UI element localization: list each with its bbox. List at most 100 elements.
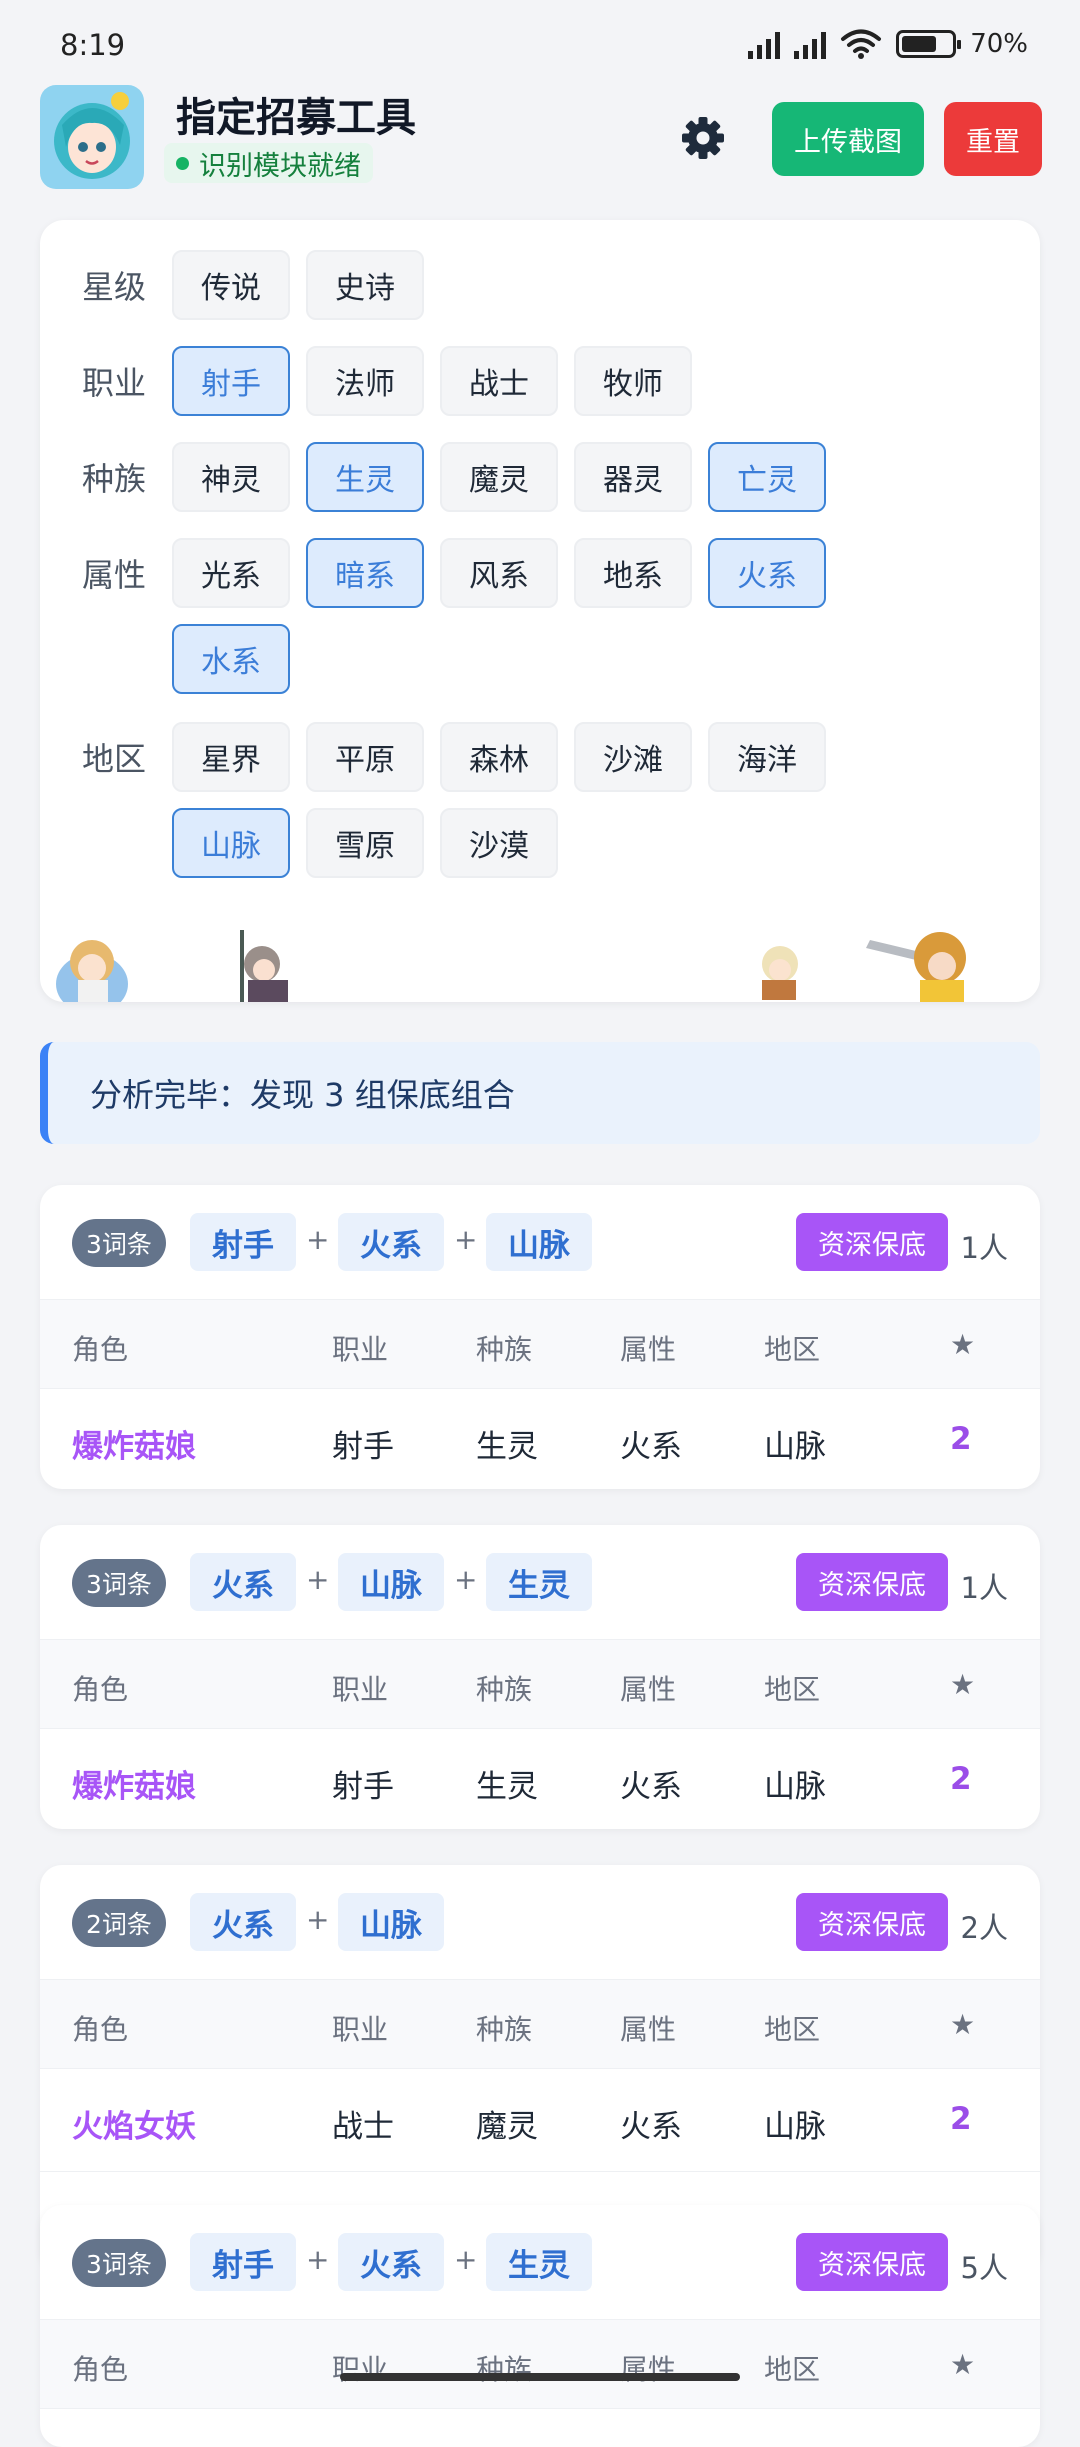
tier-badge: 资深保底 [796,2233,948,2291]
table-cell: 2 [950,1421,972,1457]
table-row[interactable]: 爆炸菇娘 射手 生灵 火系 山脉 2 [40,1389,1040,1489]
table-cell: 山脉 [764,1429,826,1465]
character-name: 爆炸菇娘 [72,1429,196,1465]
filter-chip[interactable]: 火系 [708,538,826,608]
table-cell: 射手 [332,1769,394,1805]
column-header: 种族 [476,1673,533,1706]
filter-chip[interactable]: 海洋 [708,722,826,792]
column-header: 种族 [476,2353,533,2386]
filter-chip[interactable]: 魔灵 [440,442,558,512]
combo-tag: 山脉 [486,1213,592,1271]
column-header: 职业 [332,2353,389,2386]
plus-sign: + [306,2243,330,2276]
column-header: ★ [950,1668,976,1701]
table-cell: 2 [950,2101,972,2137]
filter-chip[interactable]: 史诗 [306,250,424,320]
plus-sign: + [454,1223,478,1256]
filter-chip[interactable]: 水系 [172,624,290,694]
tier-badge: 资深保底 [796,1553,948,1611]
column-header: 地区 [764,1333,821,1366]
plus-sign: + [306,1563,330,1596]
table-header: 角色 职业 种族 属性 地区 ★ [40,2319,1040,2409]
result-card: 3词条 射手 + 火系 + 山脉 资深保底 1人 角色 职业 种族 属性 地区 ★ 爆炸菇娘 射手 生灵 火系 山脉… [40,1185,1040,1489]
filter-label: 职业 [82,364,147,402]
table-header: 角色 职业 种族 属性 地区 ★ [40,1639,1040,1729]
battery-fill [902,36,937,52]
combo-tag: 火系 [190,1893,296,1951]
tag-count-badge: 3词条 [72,1559,166,1607]
tag-count-badge: 2词条 [72,1899,166,1947]
filter-chip[interactable]: 沙漠 [440,808,558,878]
filter-chip[interactable]: 地系 [574,538,692,608]
combo-tag: 火系 [338,1213,444,1271]
tag-count-badge: 3词条 [72,1219,166,1267]
filter-chip[interactable]: 传说 [172,250,290,320]
filter-chip[interactable]: 森林 [440,722,558,792]
plus-sign: + [306,1903,330,1936]
people-count: 2人 [960,1911,1008,1945]
filter-chip[interactable]: 山脉 [172,808,290,878]
people-count: 1人 [960,1571,1008,1605]
combo-tag: 射手 [190,2233,296,2291]
column-header: 职业 [332,1673,389,1706]
table-cell: 火系 [620,2109,682,2145]
analysis-banner: 分析完毕：发现 3 组保底组合 [40,1042,1040,1144]
filter-chip[interactable]: 光系 [172,538,290,608]
table-cell: 2 [950,1761,972,1797]
table-cell: 魔灵 [476,2109,538,2145]
wifi-icon [841,29,882,59]
result-card-header: 2词条 火系 + 山脉 资深保底 2人 [40,1865,1040,1979]
result-card: 3词条 火系 + 山脉 + 生灵 资深保底 1人 角色 职业 种族 属性 地区 ★ 爆炸菇娘 射手 生灵 火系 山脉… [40,1525,1040,1829]
table-cell: 射手 [332,1429,394,1465]
column-header: 种族 [476,2013,533,2046]
status-dot-icon [176,156,189,170]
filter-chip[interactable]: 亡灵 [708,442,826,512]
filter-chip[interactable]: 神灵 [172,442,290,512]
filter-label: 星级 [82,268,147,306]
combo-tag: 火系 [338,2233,444,2291]
table-header: 角色 职业 种族 属性 地区 ★ [40,1299,1040,1389]
column-header: 属性 [620,2013,677,2046]
combo-tag: 山脉 [338,1893,444,1951]
home-indicator[interactable] [340,2373,740,2381]
filter-chip[interactable]: 风系 [440,538,558,608]
status-time: 8:19 [60,28,126,62]
filter-chip[interactable]: 生灵 [306,442,424,512]
filter-chip[interactable]: 雪原 [306,808,424,878]
filter-chip[interactable]: 战士 [440,346,558,416]
app-title: 指定招募工具 [176,95,416,141]
gear-icon[interactable] [680,115,726,161]
result-card-header: 3词条 射手 + 火系 + 生灵 资深保底 5人 [40,2205,1040,2319]
filter-chip[interactable]: 法师 [306,346,424,416]
filter-chip[interactable]: 星界 [172,722,290,792]
table-cell: 火系 [620,1429,682,1465]
table-row[interactable]: 爆炸菇娘 射手 生灵 火系 山脉 2 [40,1729,1040,1829]
filter-panel: 星级 传说 史诗 职业 射手 法师 战士 牧师 种族 神灵 生灵 魔灵 器灵 亡灵 属性 光系 暗系 风系 地系 火系… [40,220,1040,1002]
status-badge: 识别模块就绪 [164,143,373,183]
column-header: 属性 [620,1673,677,1706]
column-header: ★ [950,2348,976,2381]
plus-sign: + [306,1223,330,1256]
filter-chip[interactable]: 暗系 [306,538,424,608]
tier-badge: 资深保底 [796,1893,948,1951]
table-row[interactable]: 火焰女妖 战士 魔灵 火系 山脉 2 [40,2069,1040,2172]
column-header: 地区 [764,2013,821,2046]
column-header: ★ [950,1328,976,1361]
combo-tag: 射手 [190,1213,296,1271]
column-header: 地区 [764,2353,821,2386]
character-name: 火焰女妖 [72,2109,196,2145]
status-bar: 8:19 70% [0,0,1080,92]
filter-chip[interactable]: 射手 [172,346,290,416]
filter-chip[interactable]: 牧师 [574,346,692,416]
upload-screenshot-button[interactable]: 上传截图 [772,102,924,176]
column-header: 角色 [72,1673,129,1706]
filter-chip[interactable]: 器灵 [574,442,692,512]
filter-chip[interactable]: 沙滩 [574,722,692,792]
result-card: 3词条 射手 + 火系 + 生灵 资深保底 5人 角色 职业 种族 属性 地区 ★ [40,2205,1040,2447]
table-cell: 山脉 [764,1769,826,1805]
reset-button[interactable]: 重置 [944,102,1042,176]
filter-chip[interactable]: 平原 [306,722,424,792]
character-sprites [56,930,966,1002]
table-cell: 火系 [620,1769,682,1805]
table-cell: 生灵 [476,1429,538,1465]
